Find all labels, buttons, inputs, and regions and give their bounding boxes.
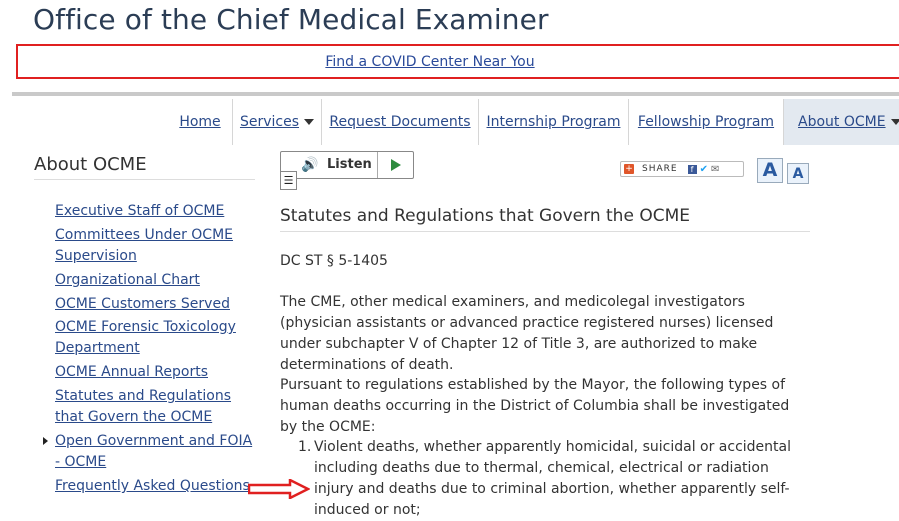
nav-link-internship[interactable]: Internship Program	[487, 114, 621, 130]
page-title: Statutes and Regulations that Govern the…	[280, 206, 690, 226]
title-divider	[280, 231, 810, 232]
nav-item-services[interactable]: Services	[232, 99, 321, 145]
header-divider	[12, 92, 899, 96]
nav-item-request-documents[interactable]: Request Documents	[321, 99, 478, 145]
nav-link-about-ocme[interactable]: About OCME	[798, 114, 886, 130]
share-label: SHARE	[642, 164, 678, 174]
nav-item-fellowship[interactable]: Fellowship Program	[628, 99, 783, 145]
sidebar-item-executive-staff[interactable]: Executive Staff of OCME	[55, 201, 255, 222]
nav-item-internship[interactable]: Internship Program	[478, 99, 628, 145]
nav-link-request-documents[interactable]: Request Documents	[329, 114, 470, 130]
list-item-text: Violent deaths, whether apparently homic…	[314, 439, 791, 518]
covid-alert-banner: Find a COVID Center Near You	[16, 44, 899, 79]
paragraph-determinations: The CME, other medical examiners, and me…	[280, 294, 774, 373]
sidebar-item-customers-served[interactable]: OCME Customers Served	[55, 294, 255, 315]
main-nav: Home Services Request Documents Internsh…	[0, 99, 899, 145]
citation-text: DC ST § 5-1405	[280, 253, 388, 269]
paragraph-types-of-deaths: Pursuant to regulations established by t…	[280, 377, 790, 435]
email-icon: ✉	[710, 163, 720, 175]
chevron-down-icon[interactable]	[890, 119, 899, 125]
play-icon[interactable]	[391, 159, 401, 171]
nav-link-fellowship[interactable]: Fellowship Program	[638, 114, 774, 130]
listen-menu-button[interactable]: ☰	[280, 171, 297, 190]
listen-divider	[377, 152, 378, 178]
nav-link-services[interactable]: Services	[240, 114, 299, 130]
covid-center-link[interactable]: Find a COVID Center Near You	[325, 54, 534, 70]
nav-item-home[interactable]: Home	[168, 99, 232, 145]
sidebar-item-toxicology[interactable]: OCME Forensic Toxicology Department	[55, 317, 255, 359]
share-button[interactable]: + SHARE f ✔ ✉	[620, 161, 744, 177]
facebook-icon: f	[687, 164, 697, 174]
sidebar-item-faq[interactable]: Frequently Asked Questions	[55, 476, 255, 497]
nav-link-home[interactable]: Home	[179, 114, 220, 130]
sidebar-divider	[34, 179, 255, 180]
sidebar-item-open-government[interactable]: Open Government and FOIA - OCME	[55, 431, 255, 473]
sidebar-title: About OCME	[34, 154, 147, 175]
caret-right-icon	[43, 437, 48, 445]
listen-label: Listen	[327, 157, 372, 172]
sidebar-item-statutes[interactable]: Statutes and Regulations that Govern the…	[55, 386, 255, 428]
increase-font-button[interactable]: A	[757, 158, 783, 183]
chevron-down-icon[interactable]	[304, 119, 315, 125]
sidebar-item-org-chart[interactable]: Organizational Chart	[55, 270, 255, 291]
speaker-icon: 🔊	[301, 157, 319, 173]
sidebar-item-committees[interactable]: Committees Under OCME Supervision	[55, 225, 255, 267]
hamburger-icon: ☰	[283, 174, 294, 187]
listen-button[interactable]: 🔊 Listen	[280, 151, 414, 179]
nav-item-about-ocme[interactable]: About OCME	[783, 99, 899, 145]
site-title: Office of the Chief Medical Examiner	[33, 3, 549, 36]
decrease-font-button[interactable]: A	[787, 163, 809, 184]
list-item-number: 1.	[298, 439, 312, 455]
plus-icon: +	[624, 164, 634, 174]
sidebar-item-annual-reports[interactable]: OCME Annual Reports	[55, 362, 255, 383]
red-arrow-icon	[248, 479, 310, 499]
twitter-icon: ✔	[699, 163, 708, 175]
